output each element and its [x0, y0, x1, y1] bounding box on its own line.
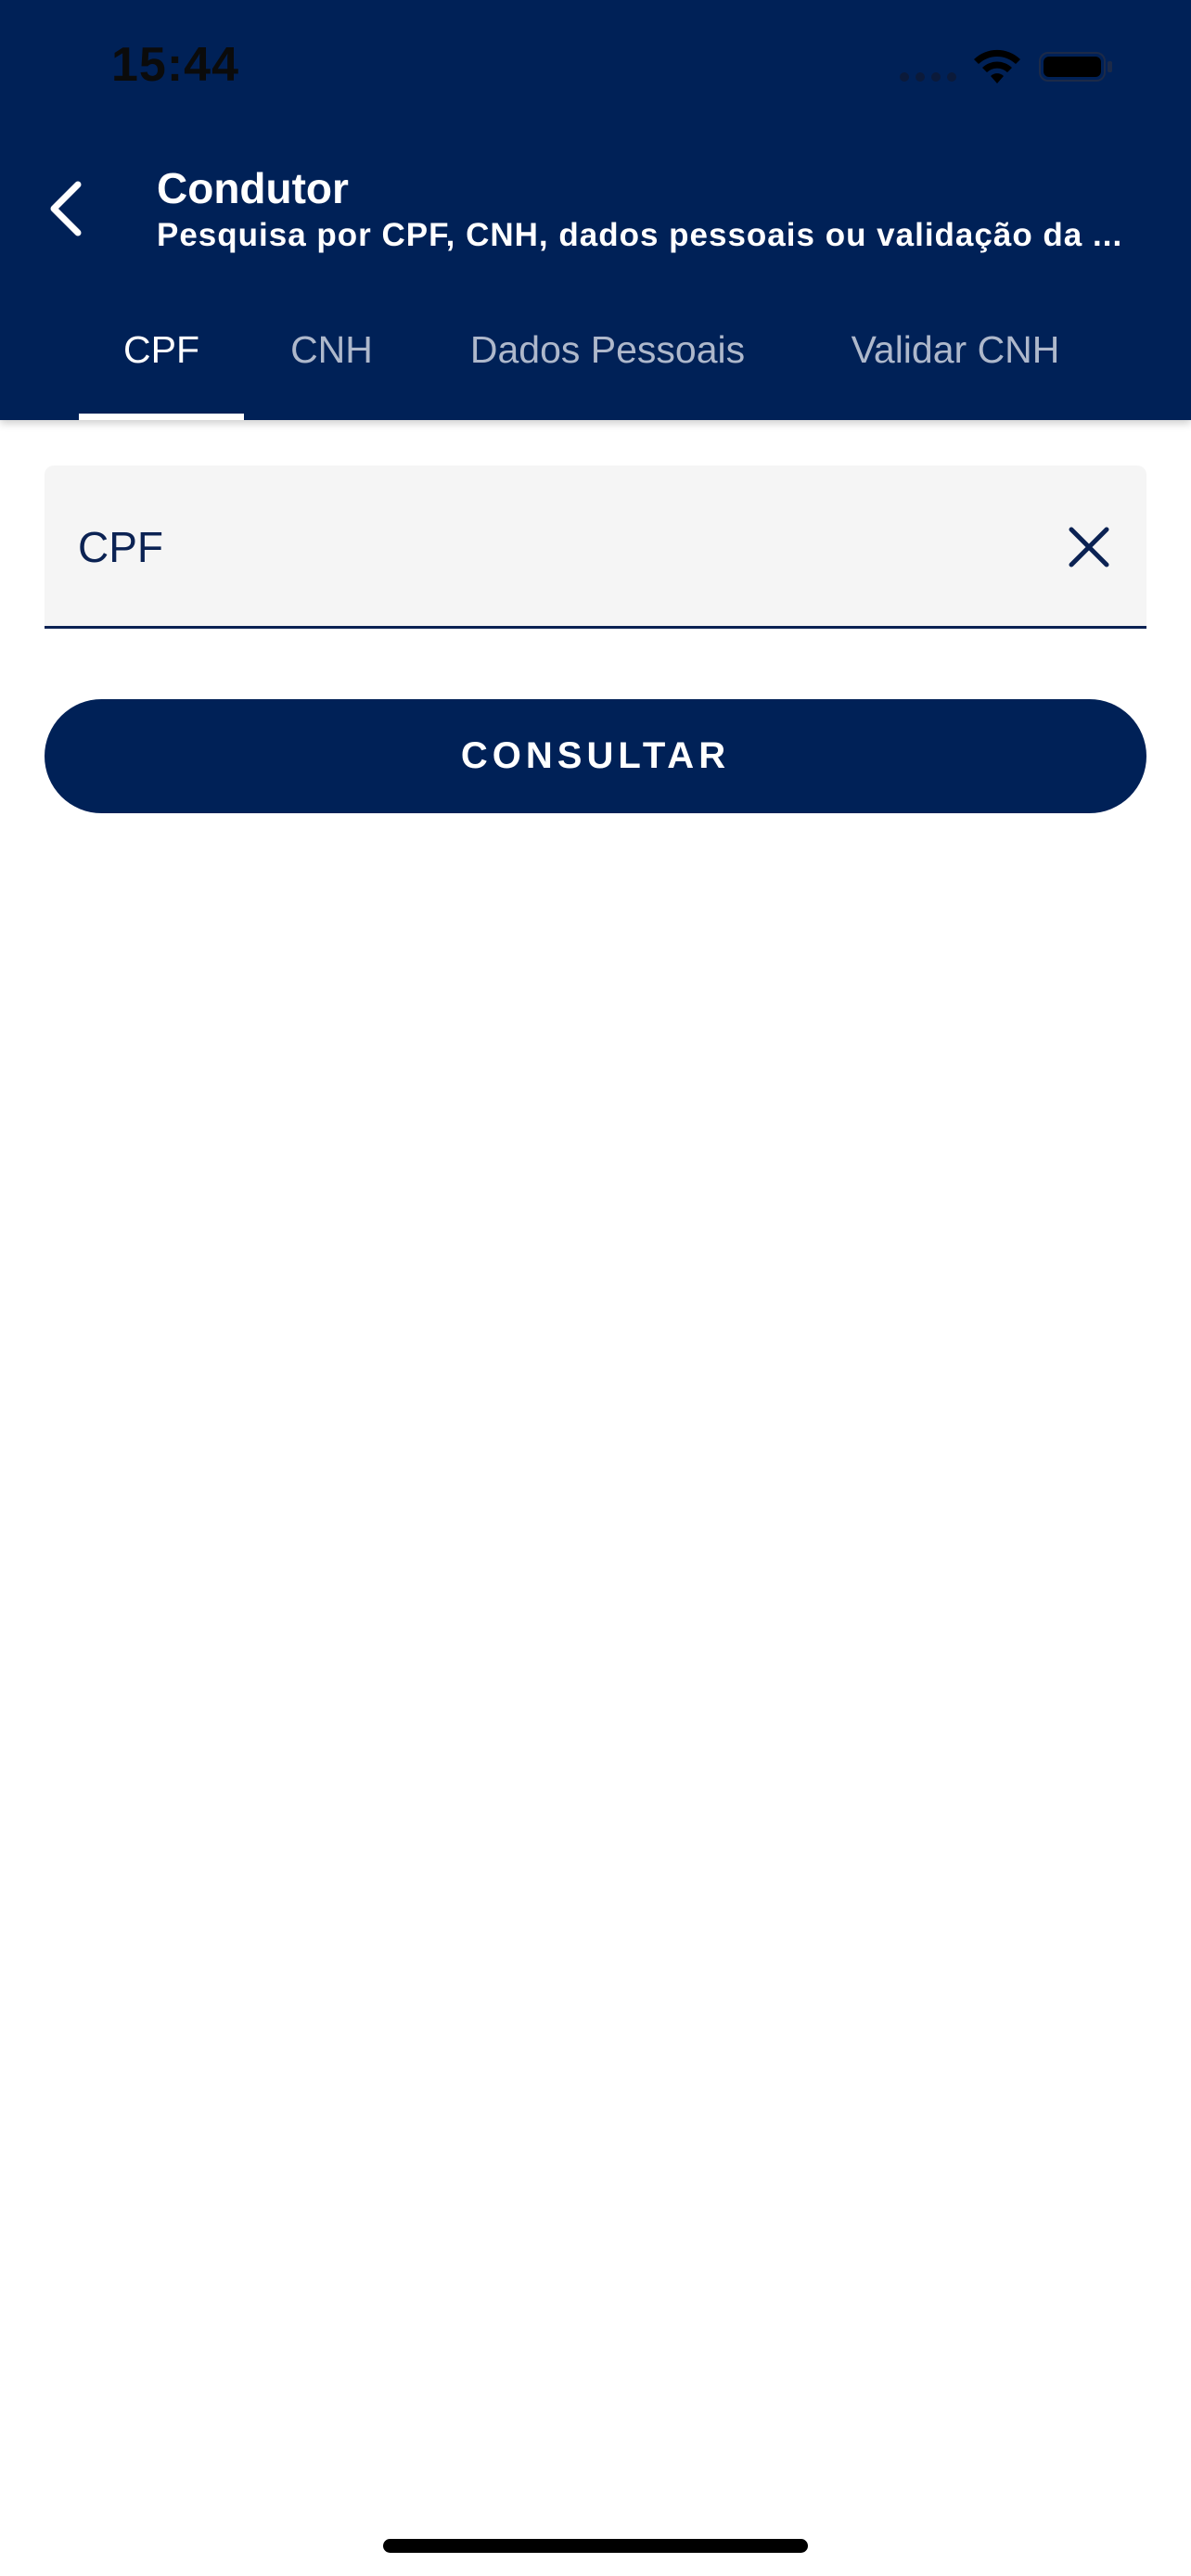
- wifi-icon: [974, 49, 1020, 83]
- driver-search-screen: 15:44 Condutor Pesquisa por CPF, CNH, da…: [0, 0, 1191, 2576]
- chevron-left-icon: [50, 181, 82, 236]
- tab-label: Validar CNH: [851, 328, 1060, 371]
- tab-dados-pessoais[interactable]: Dados Pessoais: [445, 306, 770, 420]
- tab-cnh[interactable]: CNH: [278, 306, 385, 420]
- status-bar: 15:44: [0, 0, 1191, 139]
- battery-icon: [1039, 52, 1112, 82]
- tab-validar-cnh[interactable]: Validar CNH: [826, 306, 1085, 420]
- app-header: 15:44 Condutor Pesquisa por CPF, CNH, da…: [0, 0, 1191, 420]
- back-button[interactable]: [28, 167, 102, 250]
- consult-button[interactable]: CONSULTAR: [45, 699, 1146, 813]
- tab-label: Dados Pessoais: [469, 328, 746, 371]
- page-subtitle: Pesquisa por CPF, CNH, dados pessoais ou…: [157, 217, 1123, 253]
- home-indicator: [383, 2539, 808, 2553]
- page-title: Condutor: [157, 164, 349, 212]
- status-time: 15:44: [111, 38, 239, 92]
- active-tab-indicator: [79, 414, 244, 420]
- clear-button[interactable]: [1056, 514, 1122, 580]
- cpf-field: [45, 465, 1146, 629]
- close-icon: [1069, 527, 1109, 567]
- navigation-bar: Condutor Pesquisa por CPF, CNH, dados pe…: [0, 139, 1191, 278]
- tab-label: CPF: [123, 328, 199, 371]
- cpf-input[interactable]: [78, 512, 1005, 582]
- tab-label: CNH: [290, 328, 373, 371]
- cellular-signal-icon: [900, 72, 957, 82]
- tab-cpf[interactable]: CPF: [79, 306, 244, 420]
- search-type-tabs: CPF CNH Dados Pessoais Validar CNH: [0, 306, 1191, 420]
